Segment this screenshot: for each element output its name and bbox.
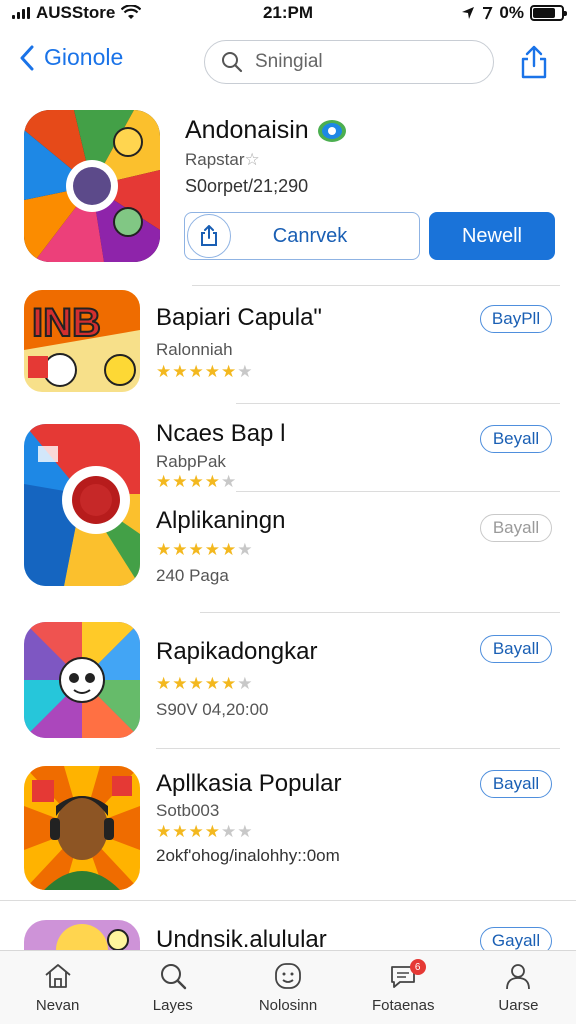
- divider: [236, 403, 560, 404]
- smiley-icon: [275, 963, 301, 989]
- home-icon: [45, 964, 71, 988]
- star-rating-5: ★★★★★★: [156, 822, 254, 841]
- featured-secondary-label: Canrvek: [272, 224, 348, 247]
- divider: [0, 900, 576, 901]
- notification-badge: 6: [409, 959, 426, 975]
- search-box[interactable]: [204, 40, 494, 84]
- tab-profile[interactable]: Uarse: [461, 951, 576, 1024]
- search-icon: [160, 964, 186, 990]
- app-subtitle-2: RabpPak: [156, 452, 226, 471]
- get-button-1[interactable]: BayPll: [480, 305, 552, 333]
- search-icon: [222, 52, 243, 73]
- back-button[interactable]: Gionole: [20, 44, 123, 71]
- battery-icon: [530, 5, 567, 21]
- app-meta-5: 2okf'ohog/inalohhy::0om: [156, 846, 340, 865]
- featured-primary-button[interactable]: Newell: [429, 212, 555, 260]
- tab-games[interactable]: Nolosinn: [230, 951, 345, 1024]
- divider: [200, 612, 560, 613]
- app-subtitle-5: Sotb003: [156, 801, 220, 820]
- share-button-icon: [187, 214, 231, 258]
- featured-app-title: Andonaisin: [185, 116, 347, 145]
- divider: [156, 748, 560, 749]
- app-subtitle-3: 240 Paga: [156, 566, 229, 585]
- wifi-icon: [121, 5, 142, 19]
- share-icon[interactable]: [516, 44, 552, 80]
- back-label: Gionole: [44, 44, 124, 70]
- app-icon-2[interactable]: [24, 424, 140, 586]
- app-title-2: Ncaes Bap l: [156, 420, 286, 447]
- featured-title-text: Andonaisin: [185, 116, 309, 144]
- profile-icon: [506, 964, 531, 990]
- verified-icon: [317, 119, 346, 142]
- featured-secondary-button[interactable]: Canrvek: [184, 212, 420, 260]
- app-icon-4[interactable]: [24, 622, 140, 738]
- app-title-3: Alplikaningn: [156, 507, 286, 534]
- app-title-5: Apllkasia Popular: [156, 770, 342, 797]
- featured-app-icon[interactable]: [24, 110, 160, 262]
- get-button-2[interactable]: Beyall: [480, 425, 552, 453]
- tab-label: Fotaenas: [371, 997, 435, 1014]
- app-icon-5[interactable]: [24, 766, 140, 890]
- tab-label: Nevan: [35, 997, 80, 1014]
- tab-label: Layes: [152, 997, 193, 1014]
- app-icon-6[interactable]: [24, 920, 140, 950]
- featured-app-meta: S0orpet/21;290: [185, 176, 309, 196]
- app-subtitle-1: Ralonniah: [156, 340, 233, 359]
- get-button-5[interactable]: Bayall: [480, 770, 552, 798]
- tab-updates[interactable]: 6 Fotaenas: [346, 951, 461, 1024]
- app-title-1: Bapiari Capula": [156, 304, 322, 331]
- get-button-4[interactable]: Bayall: [480, 635, 552, 663]
- signal-icon: [12, 7, 30, 19]
- carrier-name: AUSStore: [36, 3, 116, 22]
- divider: [192, 285, 560, 286]
- featured-sub-text: Rapstar: [185, 150, 245, 169]
- location-icon: [462, 7, 475, 19]
- app-title-4: Rapikadongkar: [156, 638, 318, 665]
- status-time: 21:PM: [262, 3, 314, 22]
- battery-percent: 0%: [499, 3, 524, 22]
- app-icon-1[interactable]: INB: [24, 290, 140, 392]
- status-left: AUSStore: [12, 3, 142, 23]
- star-icon: ☆: [244, 150, 260, 169]
- tab-bar: Nevan Layes Nolosinn 6 Fotaenas Uarse: [0, 950, 576, 1024]
- featured-app-developer: Rapstar☆: [185, 150, 260, 170]
- status-right: 0%: [461, 3, 567, 23]
- get-button-3[interactable]: Bayall: [480, 514, 552, 542]
- star-rating-2: ★★★★★: [156, 472, 238, 491]
- divider: [236, 491, 560, 492]
- tab-search[interactable]: Layes: [115, 951, 230, 1024]
- tab-label: Nolosinn: [258, 997, 318, 1014]
- svg-text:INB: INB: [32, 301, 101, 345]
- alarm-icon: [483, 7, 493, 20]
- search-input[interactable]: [255, 51, 475, 73]
- status-bar: AUSStore 21:PM 0%: [0, 0, 576, 26]
- tab-today[interactable]: Nevan: [0, 951, 115, 1024]
- star-rating-4: ★★★★★★: [156, 674, 254, 693]
- app-subtitle-4: S90V 04,20:00: [156, 700, 269, 719]
- nav-bar: Gionole: [0, 36, 576, 92]
- star-rating-3: ★★★★★★: [156, 540, 254, 559]
- tab-label: Uarse: [498, 997, 539, 1014]
- star-rating-1: ★★★★★★: [156, 362, 254, 381]
- featured-app: Andonaisin Rapstar☆ S0orpet/21;290 Canrv…: [0, 104, 576, 274]
- chevron-left-icon: [20, 45, 34, 70]
